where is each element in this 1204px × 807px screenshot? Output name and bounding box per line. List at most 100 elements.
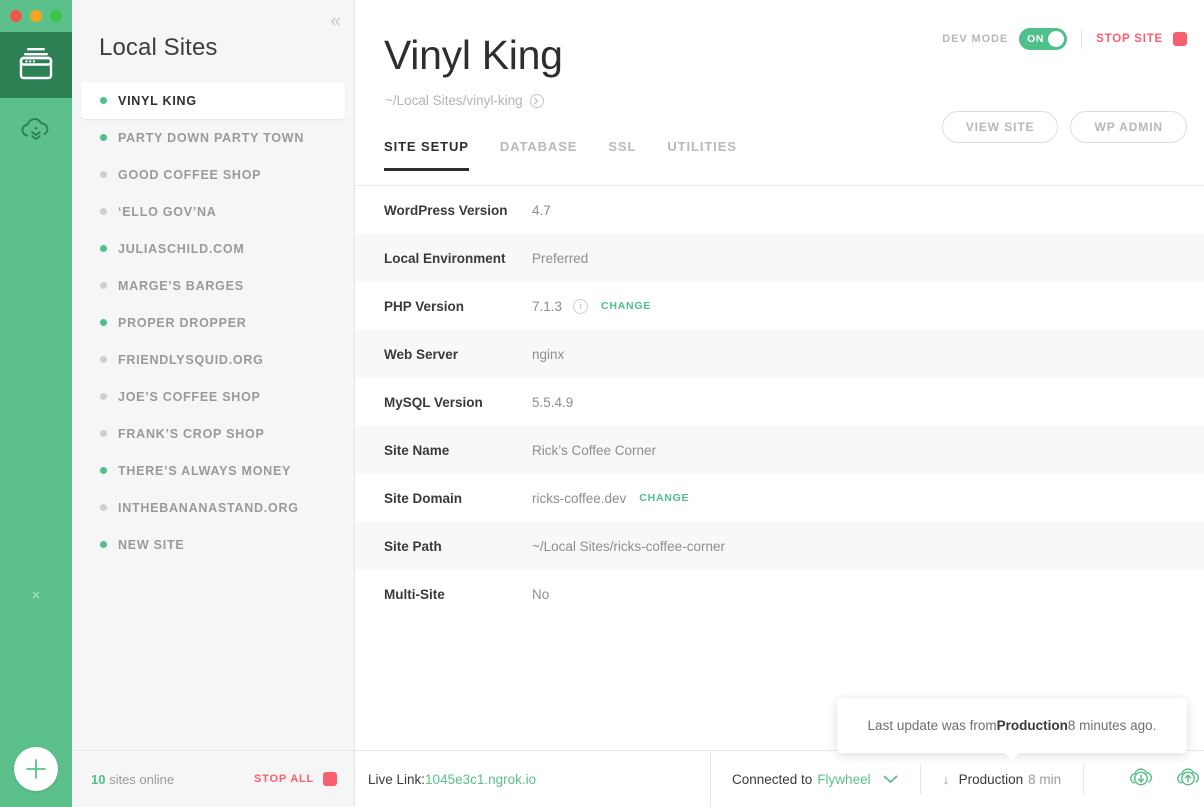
- status-dot-icon: [100, 171, 107, 178]
- sidebar-item-theres-always-money[interactable]: THERE’S ALWAYS MONEY: [81, 452, 345, 489]
- site-label: FRIENDLYSQUID.ORG: [118, 352, 264, 367]
- table-row: Multi-Site No: [355, 570, 1204, 618]
- row-value: 7.1.3 i CHANGE: [532, 298, 651, 314]
- row-value: 5.5.4.9: [532, 395, 573, 410]
- status-dot-icon: [100, 319, 107, 326]
- row-value-text: nginx: [532, 346, 565, 362]
- status-dot-icon: [100, 393, 107, 400]
- sidebar-item-joes-coffee-shop[interactable]: JOE’S COFFEE SHOP: [81, 378, 345, 415]
- rail-close-icon[interactable]: ×: [0, 588, 72, 604]
- sidebar-item-proper-dropper[interactable]: PROPER DROPPER: [81, 304, 345, 341]
- row-value-text: No: [532, 586, 550, 602]
- site-label: PARTY DOWN PARTY TOWN: [118, 130, 305, 145]
- sidebar-item-inthebananastand-org[interactable]: INTHEBANANASTAND.ORG: [81, 489, 345, 526]
- tooltip-suffix: 8 minutes ago.: [1067, 718, 1157, 733]
- table-row: MySQL Version 5.5.4.9: [355, 378, 1204, 426]
- sidebar-item-marges-barges[interactable]: MARGE’S BARGES: [81, 267, 345, 304]
- divider: [1081, 29, 1083, 49]
- sidebar-item-good-coffee-shop[interactable]: GOOD COFFEE SHOP: [81, 156, 345, 193]
- sidebar-item-vinyl-king[interactable]: VINYL KING: [81, 82, 345, 119]
- site-path-link[interactable]: ~/Local Sites/vinyl-king: [385, 93, 544, 108]
- dev-mode-toggle[interactable]: ON: [1019, 28, 1068, 50]
- status-dot-icon: [100, 97, 107, 104]
- row-value-text: 5.5.4.9: [532, 394, 574, 410]
- rail-item-cloud[interactable]: [0, 98, 72, 164]
- view-site-button[interactable]: VIEW SITE: [941, 111, 1059, 143]
- cloud-upload-icon[interactable]: [1173, 765, 1203, 794]
- table-row: Local Environment Preferred: [355, 234, 1204, 282]
- site-path-text: ~/Local Sites/vinyl-king: [385, 93, 523, 108]
- table-row: PHP Version 7.1.3 i CHANGE: [355, 282, 1204, 330]
- row-value-text: ricks-coffee.dev: [532, 490, 627, 506]
- sites-window-icon: [16, 45, 56, 86]
- local-app-window: × « Local Sites VINYL KING PARTY DOWN PA…: [0, 0, 1204, 807]
- status-dot-icon: [100, 430, 107, 437]
- site-label: NEW SITE: [118, 537, 185, 552]
- change-php-version-link[interactable]: CHANGE: [601, 300, 651, 312]
- add-site-button[interactable]: [14, 747, 58, 791]
- sidebar-item-new-site[interactable]: NEW SITE: [81, 526, 345, 563]
- dev-mode-state: ON: [1027, 33, 1045, 45]
- table-row: Site Domain ricks-coffee.dev CHANGE: [355, 474, 1204, 522]
- zoom-window-button[interactable]: [50, 10, 62, 22]
- connected-to-label: Connected to: [732, 771, 813, 787]
- sidebar-item-ello-govna[interactable]: ‘ELLO GOV’NA: [81, 193, 345, 230]
- chevron-down-icon[interactable]: [883, 772, 898, 787]
- row-value-text: Rick’s Coffee Corner: [532, 442, 657, 458]
- row-value: ~/Local Sites/ricks-coffee-corner: [532, 539, 725, 554]
- row-label: PHP Version: [384, 298, 465, 314]
- stop-all-button[interactable]: STOP ALL: [254, 772, 337, 786]
- open-folder-arrow-icon[interactable]: [529, 93, 544, 108]
- site-label: THERE’S ALWAYS MONEY: [118, 463, 292, 478]
- row-label: Site Name: [384, 442, 450, 458]
- rail-item-sites[interactable]: [0, 32, 72, 98]
- sites-sidebar: « Local Sites VINYL KING PARTY DOWN PART…: [72, 0, 355, 807]
- sidebar-item-franks-crop-shop[interactable]: FRANK’S CROP SHOP: [81, 415, 345, 452]
- row-label: Site Path: [384, 538, 442, 554]
- divider: [919, 764, 921, 794]
- left-rail: ×: [0, 0, 72, 807]
- info-icon[interactable]: i: [573, 298, 589, 314]
- row-label: Web Server: [384, 346, 459, 362]
- tab-database[interactable]: DATABASE: [500, 135, 578, 171]
- environment-status[interactable]: ↓ Production 8 min: [943, 771, 1062, 787]
- sidebar-item-friendlysquid-org[interactable]: FRIENDLYSQUID.ORG: [81, 341, 345, 378]
- site-label: INTHEBANANASTAND.ORG: [118, 500, 299, 515]
- row-value: 4.7: [532, 203, 551, 218]
- cloud-download-icon[interactable]: [1126, 765, 1156, 794]
- sidebar-item-juliaschild-com[interactable]: JULIASCHILD.COM: [81, 230, 345, 267]
- cloud-pull-icon: [16, 111, 56, 152]
- sidebar-item-party-down-party-town[interactable]: PARTY DOWN PARTY TOWN: [81, 119, 345, 156]
- dev-mode-label: DEV MODE: [942, 33, 1009, 45]
- divider: [1083, 764, 1085, 794]
- site-label: JULIASCHILD.COM: [118, 241, 245, 256]
- sidebar-title: Local Sites: [99, 34, 218, 61]
- tooltip-strong: Production: [996, 718, 1068, 733]
- window-traffic-lights: [0, 0, 72, 32]
- cloud-actions: [1126, 765, 1203, 794]
- site-label: ‘ELLO GOV’NA: [118, 204, 217, 219]
- close-window-button[interactable]: [10, 10, 22, 22]
- site-label: FRANK’S CROP SHOP: [118, 426, 265, 441]
- row-label: Local Environment: [384, 250, 506, 266]
- sites-online-count: 10 sites online: [91, 772, 174, 787]
- live-link-url[interactable]: 1045e3c1.ngrok.io: [425, 772, 536, 787]
- status-dot-icon: [100, 467, 107, 474]
- table-row: Site Path ~/Local Sites/ricks-coffee-cor…: [355, 522, 1204, 570]
- tab-ssl[interactable]: SSL: [608, 135, 636, 171]
- row-value: ricks-coffee.dev CHANGE: [532, 491, 689, 506]
- tab-utilities[interactable]: UTILITIES: [667, 135, 737, 171]
- stop-square-icon: [323, 772, 337, 786]
- header-action-buttons: VIEW SITE WP ADMIN: [941, 111, 1187, 143]
- minimize-window-button[interactable]: [30, 10, 42, 22]
- wp-admin-button[interactable]: WP ADMIN: [1070, 111, 1187, 143]
- stop-site-button[interactable]: STOP SITE: [1096, 32, 1187, 46]
- table-row: Site Name Rick’s Coffee Corner: [355, 426, 1204, 474]
- tab-site-setup[interactable]: SITE SETUP: [384, 135, 469, 171]
- environment-time: 8 min: [1028, 771, 1062, 787]
- dev-mode-bar: DEV MODE ON STOP SITE: [942, 28, 1187, 50]
- change-site-domain-link[interactable]: CHANGE: [639, 492, 689, 504]
- collapse-sidebar-icon[interactable]: «: [330, 12, 341, 31]
- connected-to-section[interactable]: Connected to Flywheel: [711, 751, 898, 807]
- stop-site-label: STOP SITE: [1096, 33, 1163, 45]
